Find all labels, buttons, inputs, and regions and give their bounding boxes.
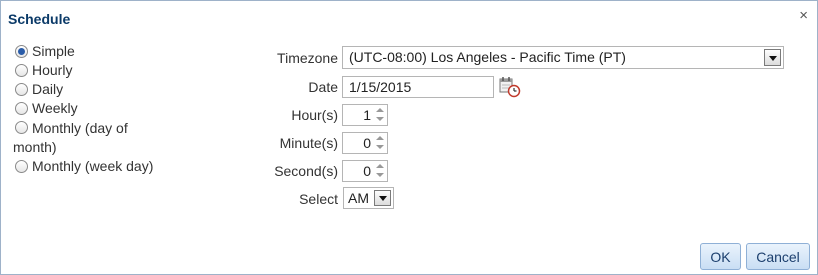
radio-option-monthly-weekday[interactable]: Monthly (week day) — [13, 157, 173, 176]
hours-value: 1 — [363, 107, 371, 123]
dialog-title: Schedule — [8, 11, 71, 27]
radio-label-weekly: Weekly — [32, 100, 78, 116]
date-value: 1/15/2015 — [349, 79, 412, 95]
timezone-value: (UTC-08:00) Los Angeles - Pacific Time (… — [349, 49, 626, 65]
date-input[interactable]: 1/15/2015 — [342, 76, 494, 98]
hours-stepper[interactable]: 1 — [342, 104, 388, 126]
increment-icon[interactable] — [374, 106, 386, 115]
date-label: Date — [308, 79, 338, 95]
radio-button-daily[interactable] — [15, 83, 28, 96]
minutes-label: Minute(s) — [279, 135, 338, 151]
chevron-down-icon[interactable] — [764, 49, 781, 66]
seconds-stepper[interactable]: 0 — [342, 160, 388, 182]
close-icon[interactable]: × — [799, 7, 808, 24]
radio-button-weekly[interactable] — [15, 102, 28, 115]
radio-option-simple[interactable]: Simple — [13, 42, 173, 61]
radio-option-weekly[interactable]: Weekly — [13, 99, 173, 118]
ampm-value: AM — [348, 190, 369, 206]
radio-label-daily: Daily — [32, 81, 64, 97]
schedule-dialog: Schedule × Simple Hourly Daily Weekly Mo… — [0, 0, 818, 275]
timezone-label: Timezone — [277, 50, 338, 66]
radio-button-hourly[interactable] — [15, 64, 28, 77]
increment-icon[interactable] — [374, 162, 386, 171]
radio-label-simple: Simple — [32, 43, 75, 59]
decrement-icon[interactable] — [374, 171, 386, 180]
radio-button-simple[interactable] — [15, 45, 28, 58]
radio-option-hourly[interactable]: Hourly — [13, 61, 173, 80]
radio-label-monthly-weekday: Monthly (week day) — [32, 158, 154, 174]
radio-label-hourly: Hourly — [32, 62, 73, 78]
ampm-select[interactable]: AM — [343, 187, 394, 209]
radio-option-daily[interactable]: Daily — [13, 80, 173, 99]
seconds-value: 0 — [363, 163, 371, 179]
radio-label-monthly-day: Monthly (day of month) — [13, 120, 128, 155]
timezone-select[interactable]: (UTC-08:00) Los Angeles - Pacific Time (… — [342, 46, 784, 69]
radio-option-monthly-day[interactable]: Monthly (day of month) — [13, 118, 173, 157]
decrement-icon[interactable] — [374, 115, 386, 124]
seconds-label: Second(s) — [274, 163, 338, 179]
hours-label: Hour(s) — [291, 107, 338, 123]
ampm-label: Select — [299, 191, 338, 207]
radio-button-monthly-weekday[interactable] — [15, 160, 28, 173]
ok-button[interactable]: OK — [700, 243, 741, 270]
frequency-radio-group: Simple Hourly Daily Weekly Monthly (day … — [13, 42, 173, 176]
minutes-stepper[interactable]: 0 — [342, 132, 388, 154]
chevron-down-icon[interactable] — [374, 190, 391, 206]
radio-button-monthly-day[interactable] — [15, 121, 28, 134]
cancel-button[interactable]: Cancel — [746, 243, 810, 270]
decrement-icon[interactable] — [374, 143, 386, 152]
calendar-clock-icon[interactable] — [499, 76, 521, 98]
minutes-value: 0 — [363, 135, 371, 151]
increment-icon[interactable] — [374, 134, 386, 143]
